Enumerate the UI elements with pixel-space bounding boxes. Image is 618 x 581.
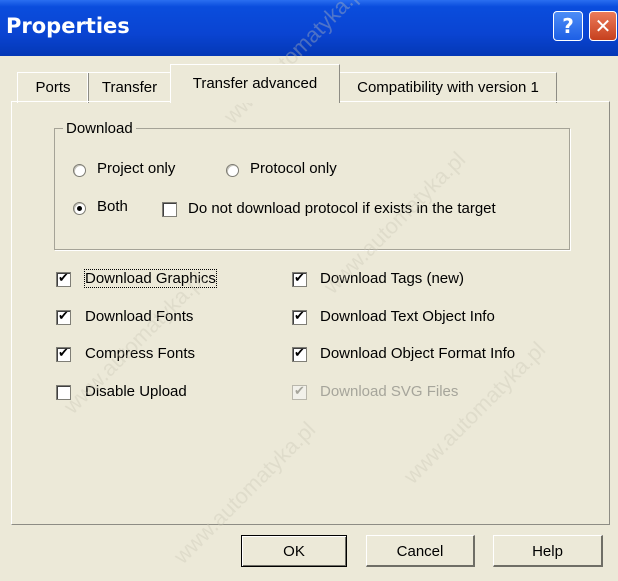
- radio-both[interactable]: [73, 202, 86, 215]
- title-bar[interactable]: Properties ? ✕: [0, 0, 618, 56]
- properties-dialog: Properties ? ✕ Ports Transfer Transfer a…: [0, 0, 618, 581]
- checkbox-download-svg-files: ✔: [292, 385, 307, 400]
- help-icon[interactable]: ?: [553, 11, 583, 41]
- checkbox-disable-upload[interactable]: [56, 385, 71, 400]
- help-button[interactable]: Help: [493, 535, 603, 567]
- download-svg-files-label: Download SVG Files: [320, 383, 459, 400]
- download-tags-label[interactable]: Download Tags (new): [320, 270, 464, 287]
- checkbox-no-protocol-download-label[interactable]: Do not download protocol if exists in th…: [188, 200, 496, 217]
- radio-project-only-label[interactable]: Project only: [97, 160, 175, 177]
- radio-protocol-only[interactable]: [226, 164, 239, 177]
- download-fonts-label[interactable]: Download Fonts: [85, 308, 193, 325]
- compress-fonts-label[interactable]: Compress Fonts: [85, 345, 195, 362]
- download-object-format-info-label[interactable]: Download Object Format Info: [320, 345, 515, 362]
- download-group-title: Download: [63, 120, 136, 137]
- checkbox-download-tags[interactable]: ✔: [292, 272, 307, 287]
- checkbox-no-protocol-download[interactable]: [162, 202, 177, 217]
- tab-transfer-advanced[interactable]: Transfer advanced: [170, 64, 340, 103]
- radio-protocol-only-label[interactable]: Protocol only: [250, 160, 337, 177]
- radio-project-only[interactable]: [73, 164, 86, 177]
- download-group: [54, 128, 570, 250]
- checkbox-download-object-format-info[interactable]: ✔: [292, 347, 307, 362]
- cancel-button[interactable]: Cancel: [366, 535, 475, 567]
- checkbox-download-text-object-info[interactable]: ✔: [292, 310, 307, 325]
- tab-transfer[interactable]: Transfer: [87, 72, 172, 103]
- checkbox-download-fonts[interactable]: ✔: [56, 310, 71, 325]
- ok-button[interactable]: OK: [241, 535, 347, 567]
- checkbox-download-graphics[interactable]: ✔: [56, 272, 71, 287]
- checkbox-compress-fonts[interactable]: ✔: [56, 347, 71, 362]
- download-graphics-label[interactable]: Download Graphics: [84, 269, 217, 288]
- tab-compatibility[interactable]: Compatibility with version 1: [339, 72, 557, 103]
- window-title: Properties: [6, 14, 130, 38]
- disable-upload-label[interactable]: Disable Upload: [85, 383, 187, 400]
- download-text-object-info-label[interactable]: Download Text Object Info: [320, 308, 495, 325]
- close-icon[interactable]: ✕: [589, 11, 617, 41]
- tab-ports[interactable]: Ports: [17, 72, 89, 103]
- radio-both-label[interactable]: Both: [97, 198, 128, 215]
